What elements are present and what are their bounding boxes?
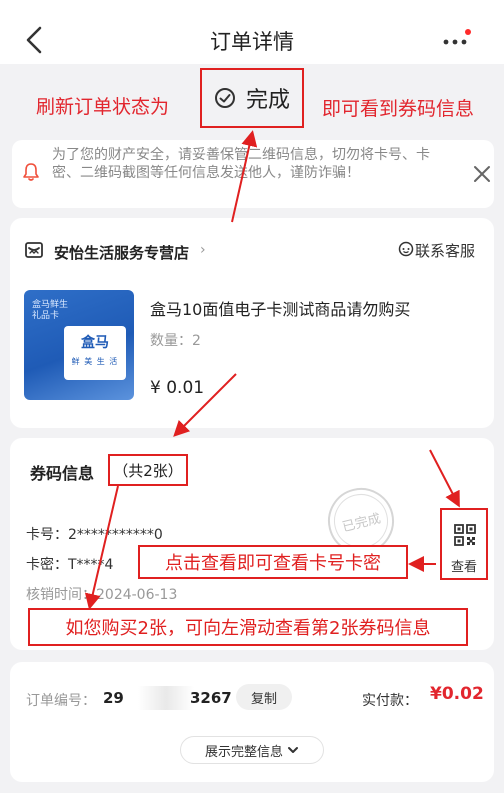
expand-info-button[interactable]: 展示完整信息 (180, 736, 324, 764)
shop-name[interactable]: 安怡生活服务专营店 (54, 242, 189, 263)
order-number-blur (138, 686, 194, 710)
notice-text: 为了您的财产安全，请妥善保管二维码信息，切勿将卡号、卡密、二维码截图等任何信息发… (52, 147, 430, 181)
customer-service-icon[interactable] (398, 241, 414, 257)
view-code-label: 查看 (450, 560, 477, 575)
paid-amount-label: 实付款： (362, 693, 418, 709)
annotation-view-coupon: 即可看到券码信息 (322, 98, 475, 120)
product-quantity: 数量：2 (150, 333, 201, 349)
annotation-refresh-status: 刷新订单状态为 (36, 96, 170, 118)
product-card: 安怡生活服务专营店 › 联系客服 盒马鲜生 礼品卡 盒马 鲜 美 生 活 盒马1… (10, 218, 494, 428)
check-circle-icon (214, 88, 235, 108)
expand-info-label: 展示完整信息 (204, 744, 283, 760)
card-password: 卡密：T****4 (26, 557, 114, 573)
more-dots-icon[interactable] (440, 24, 474, 54)
order-status-label: 完成 (245, 88, 290, 113)
paid-amount-value: ¥0.02 (430, 684, 484, 704)
copy-button[interactable]: 复制 (236, 684, 292, 710)
order-number-tail: 3267 (190, 689, 232, 707)
shop-chevron-icon[interactable]: › (200, 242, 206, 258)
shop-icon (25, 242, 43, 258)
order-number-head: 29 (103, 689, 124, 707)
product-price: ¥ 0.01 (150, 378, 205, 398)
close-icon[interactable] (472, 164, 492, 184)
redeem-time: 核销时间：2024-06-13 (26, 587, 178, 603)
annotation-swipe-left: 如您购买2张，可向左滑动查看第2张券码信息 (28, 608, 468, 646)
thumbnail-caption: 盒马鲜生 礼品卡 (32, 300, 69, 321)
coupon-title: 券码信息 (30, 464, 95, 483)
card-number: 卡号：2***********0 (26, 527, 163, 543)
product-thumbnail[interactable]: 盒马鲜生 礼品卡 盒马 鲜 美 生 活 (24, 290, 134, 400)
view-code-button[interactable]: 查看 (440, 508, 488, 580)
thumbnail-brand: 盒马 (81, 335, 109, 351)
qr-code-icon (454, 524, 476, 546)
thumbnail-slogan: 鲜 美 生 活 (71, 357, 119, 366)
product-title[interactable]: 盒马10面值电子卡测试商品请勿购买 (150, 296, 410, 320)
order-info-card: 订单编号： 29 3267 复制 实付款： ¥0.02 展示完整信息 (10, 662, 494, 782)
order-number-label: 订单编号： (26, 693, 96, 709)
thumbnail-badge: 盒马 鲜 美 生 活 (64, 326, 126, 380)
bell-icon (23, 163, 39, 181)
page-title: 订单详情 (210, 30, 294, 54)
chevron-down-icon (288, 747, 298, 753)
order-status-highlight: 完成 (200, 68, 304, 128)
coupon-count: （共2张） (108, 454, 188, 486)
security-notice: 为了您的财产安全，请妥善保管二维码信息，切勿将卡号、卡密、二维码截图等任何信息发… (12, 140, 494, 208)
customer-service-button[interactable]: 联系客服 (415, 240, 475, 261)
annotation-click-view: 点击查看即可查看卡号卡密 (138, 545, 408, 579)
